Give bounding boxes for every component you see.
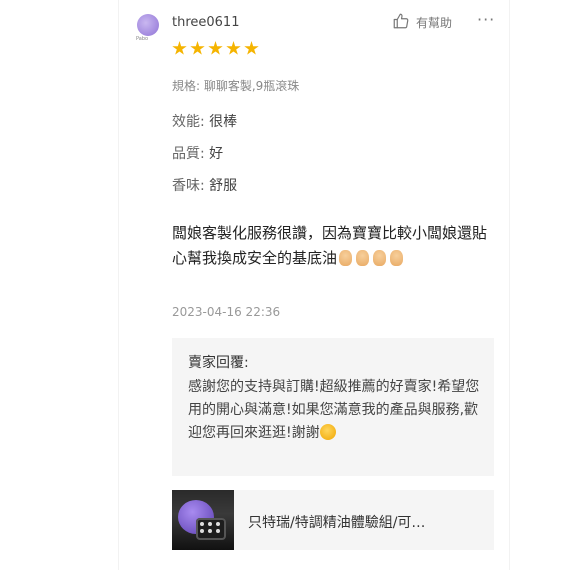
review-date: 2023-04-16 22:36 [172, 305, 281, 319]
review-text-block: 闆娘客製化服務很讚，因為寶寶比較小闆娘還貼心幫我換成安全的基底油 [172, 221, 492, 271]
star-icon [244, 41, 259, 55]
attribute-value: 舒服 [209, 178, 238, 194]
star-icon [190, 41, 205, 55]
thumbs-up-emoji [373, 250, 387, 266]
product-link-card[interactable]: 只特瑞/特調精油體驗組/可… [172, 490, 494, 550]
helpful-label: 有幫助 [416, 16, 453, 30]
star-icon [208, 41, 223, 55]
smile-emoji [319, 424, 336, 440]
seller-reply: 賣家回覆: 感謝您的支持與訂購!超級推薦的好賣家!希望您用的開心與滿意!如果您滿… [172, 338, 494, 476]
product-name: 只特瑞/特調精油體驗組/可… [248, 515, 426, 531]
seller-reply-title: 賣家回覆: [188, 355, 249, 371]
more-dots-icon[interactable]: ··· [477, 10, 495, 29]
product-thumbnail [172, 490, 234, 550]
thumbs-up-icon [392, 12, 410, 33]
thumbs-up-emoji [356, 250, 370, 266]
thumbs-up-emoji [339, 250, 353, 266]
star-icon [172, 41, 187, 55]
attribute-key: 效能: [172, 114, 205, 130]
thumbs-up-emoji [390, 250, 404, 266]
attribute-row-efficacy: 效能: 很棒 [172, 111, 237, 131]
seller-reply-body: 感謝您的支持與訂購!超級推薦的好賣家!希望您用的開心與滿意!如果您滿意我的產品與… [188, 376, 486, 445]
star-icon [226, 41, 241, 55]
thumbnail-bottles [196, 518, 226, 540]
attribute-key: 香味: [172, 178, 205, 194]
helpful-button[interactable]: 有幫助 [392, 12, 452, 33]
reviewer-name[interactable]: three0611 [172, 15, 239, 30]
star-rating [172, 41, 259, 56]
attribute-value: 很棒 [209, 114, 238, 130]
attribute-row-scent: 香味: 舒服 [172, 175, 237, 195]
user-avatar[interactable] [137, 14, 159, 36]
product-spec: 規格: 聊聊客製,9瓶滾珠 [172, 79, 300, 93]
avatar-caption: Pabo [136, 36, 149, 42]
review-text: 闆娘客製化服務很讚，因為寶寶比較小闆娘還貼心幫我換成安全的基底油 [172, 224, 488, 267]
attribute-row-quality: 品質: 好 [172, 143, 223, 163]
attribute-key: 品質: [172, 146, 205, 162]
attribute-value: 好 [209, 146, 224, 162]
